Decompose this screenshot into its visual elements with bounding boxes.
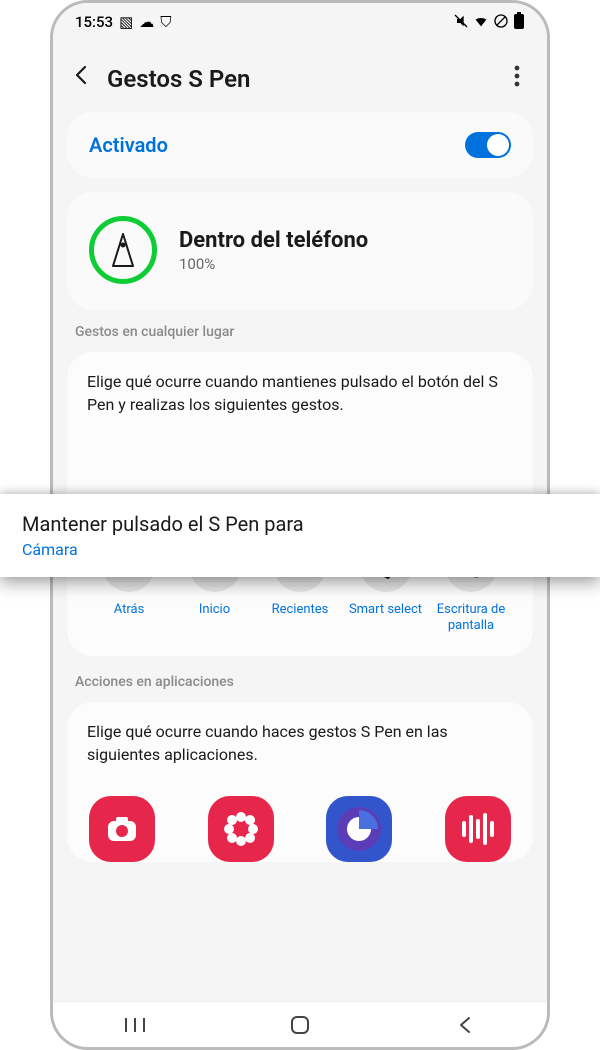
- pen-tip-icon: [109, 230, 137, 270]
- shortcut-screen-write-label: Escritura de pantalla: [432, 602, 510, 633]
- pen-status-card: Dentro del teléfono 100%: [67, 192, 533, 310]
- gallery-status-icon: ▧: [119, 15, 133, 30]
- nav-back-button[interactable]: [451, 1011, 479, 1039]
- app-internet[interactable]: [326, 796, 392, 862]
- hold-spen-action-value: Cámara: [22, 540, 578, 559]
- no-sim-icon: [493, 13, 509, 32]
- nav-home-button[interactable]: [286, 1011, 314, 1039]
- hold-spen-action-title: Mantener pulsado el S Pen para: [22, 512, 578, 536]
- cloud-status-icon: ☁: [139, 15, 154, 30]
- status-bar: 15:53 ▧ ☁ ⛉: [53, 3, 547, 41]
- nav-recents-button[interactable]: [121, 1011, 149, 1039]
- apps-section-header: Acciones en aplicaciones: [67, 670, 533, 702]
- page-title: Gestos S Pen: [107, 65, 505, 93]
- back-button[interactable]: [71, 63, 101, 94]
- pen-battery-ring-icon: [89, 216, 157, 284]
- more-options-button[interactable]: [505, 65, 529, 93]
- app-camera[interactable]: [89, 796, 155, 862]
- pen-status-title: Dentro del teléfono: [179, 228, 511, 253]
- hold-spen-action-row[interactable]: Mantener pulsado el S Pen para Cámara: [0, 494, 600, 577]
- wifi-icon: [473, 13, 489, 32]
- master-toggle-row[interactable]: Activado: [67, 112, 533, 178]
- system-nav-bar: [53, 1001, 547, 1047]
- app-gallery[interactable]: [208, 796, 274, 862]
- app-actions-card: Elige qué ocurre cuando haces gestos S P…: [67, 702, 533, 862]
- pen-status-percent: 100%: [179, 255, 511, 273]
- master-toggle-label: Activado: [89, 133, 168, 157]
- app-actions-description: Elige qué ocurre cuando haces gestos S P…: [87, 720, 513, 766]
- mute-icon: [453, 13, 469, 32]
- shortcut-home-label: Inicio: [199, 602, 230, 618]
- anywhere-gestures-description: Elige qué ocurre cuando mantienes pulsad…: [87, 370, 513, 416]
- page-header: Gestos S Pen: [53, 41, 547, 112]
- app-voice-recorder[interactable]: [445, 796, 511, 862]
- shield-status-icon: ⛉: [160, 15, 171, 30]
- status-time: 15:53: [75, 13, 113, 31]
- shortcut-recents-label: Recientes: [272, 602, 329, 618]
- battery-icon: [513, 12, 525, 33]
- master-toggle-switch[interactable]: [465, 132, 511, 158]
- anywhere-section-header: Gestos en cualquier lugar: [67, 324, 533, 352]
- shortcut-smart-select-label: Smart select: [349, 602, 422, 618]
- shortcut-back-label: Atrás: [114, 602, 145, 618]
